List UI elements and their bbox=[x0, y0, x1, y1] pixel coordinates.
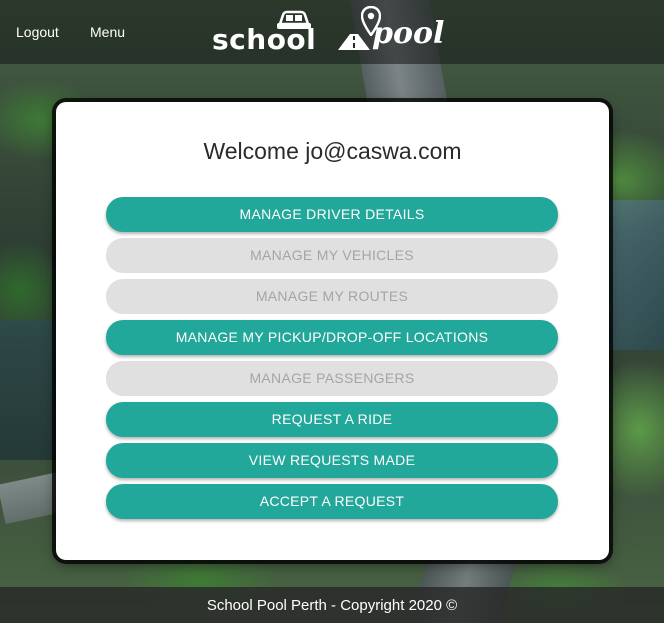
welcome-heading: Welcome jo@caswa.com bbox=[203, 138, 462, 164]
logout-link[interactable]: Logout bbox=[16, 24, 59, 40]
accept-a-request-button[interactable]: ACCEPT A REQUEST bbox=[106, 484, 558, 519]
dashboard-card: Welcome jo@caswa.com MANAGE DRIVER DETAI… bbox=[56, 102, 609, 560]
manage-my-vehicles-button: MANAGE MY VEHICLES bbox=[106, 238, 558, 273]
logo-text-pool: pool bbox=[372, 16, 445, 51]
manage-pickup-dropoff-locations-button[interactable]: MANAGE MY PICKUP/DROP-OFF LOCATIONS bbox=[106, 320, 558, 355]
background-water bbox=[0, 320, 60, 460]
school-pool-logo[interactable]: school pool bbox=[212, 6, 462, 58]
manage-driver-details-button[interactable]: MANAGE DRIVER DETAILS bbox=[106, 197, 558, 232]
car-icon bbox=[277, 10, 311, 29]
copyright-text: School Pool Perth - Copyright 2020 © bbox=[206, 597, 458, 614]
menu-link[interactable]: Menu bbox=[90, 24, 125, 40]
app-root: Logout Menu school pool Welcome jo@caswa… bbox=[0, 0, 664, 623]
request-a-ride-button[interactable]: REQUEST A RIDE bbox=[106, 402, 558, 437]
action-button-list: MANAGE DRIVER DETAILS MANAGE MY VEHICLES… bbox=[106, 197, 558, 525]
footer: School Pool Perth - Copyright 2020 © bbox=[0, 587, 664, 623]
top-bar: Logout Menu school pool bbox=[0, 0, 664, 64]
manage-passengers-button: MANAGE PASSENGERS bbox=[106, 361, 558, 396]
manage-my-routes-button: MANAGE MY ROUTES bbox=[106, 279, 558, 314]
view-requests-made-button[interactable]: VIEW REQUESTS MADE bbox=[106, 443, 558, 478]
